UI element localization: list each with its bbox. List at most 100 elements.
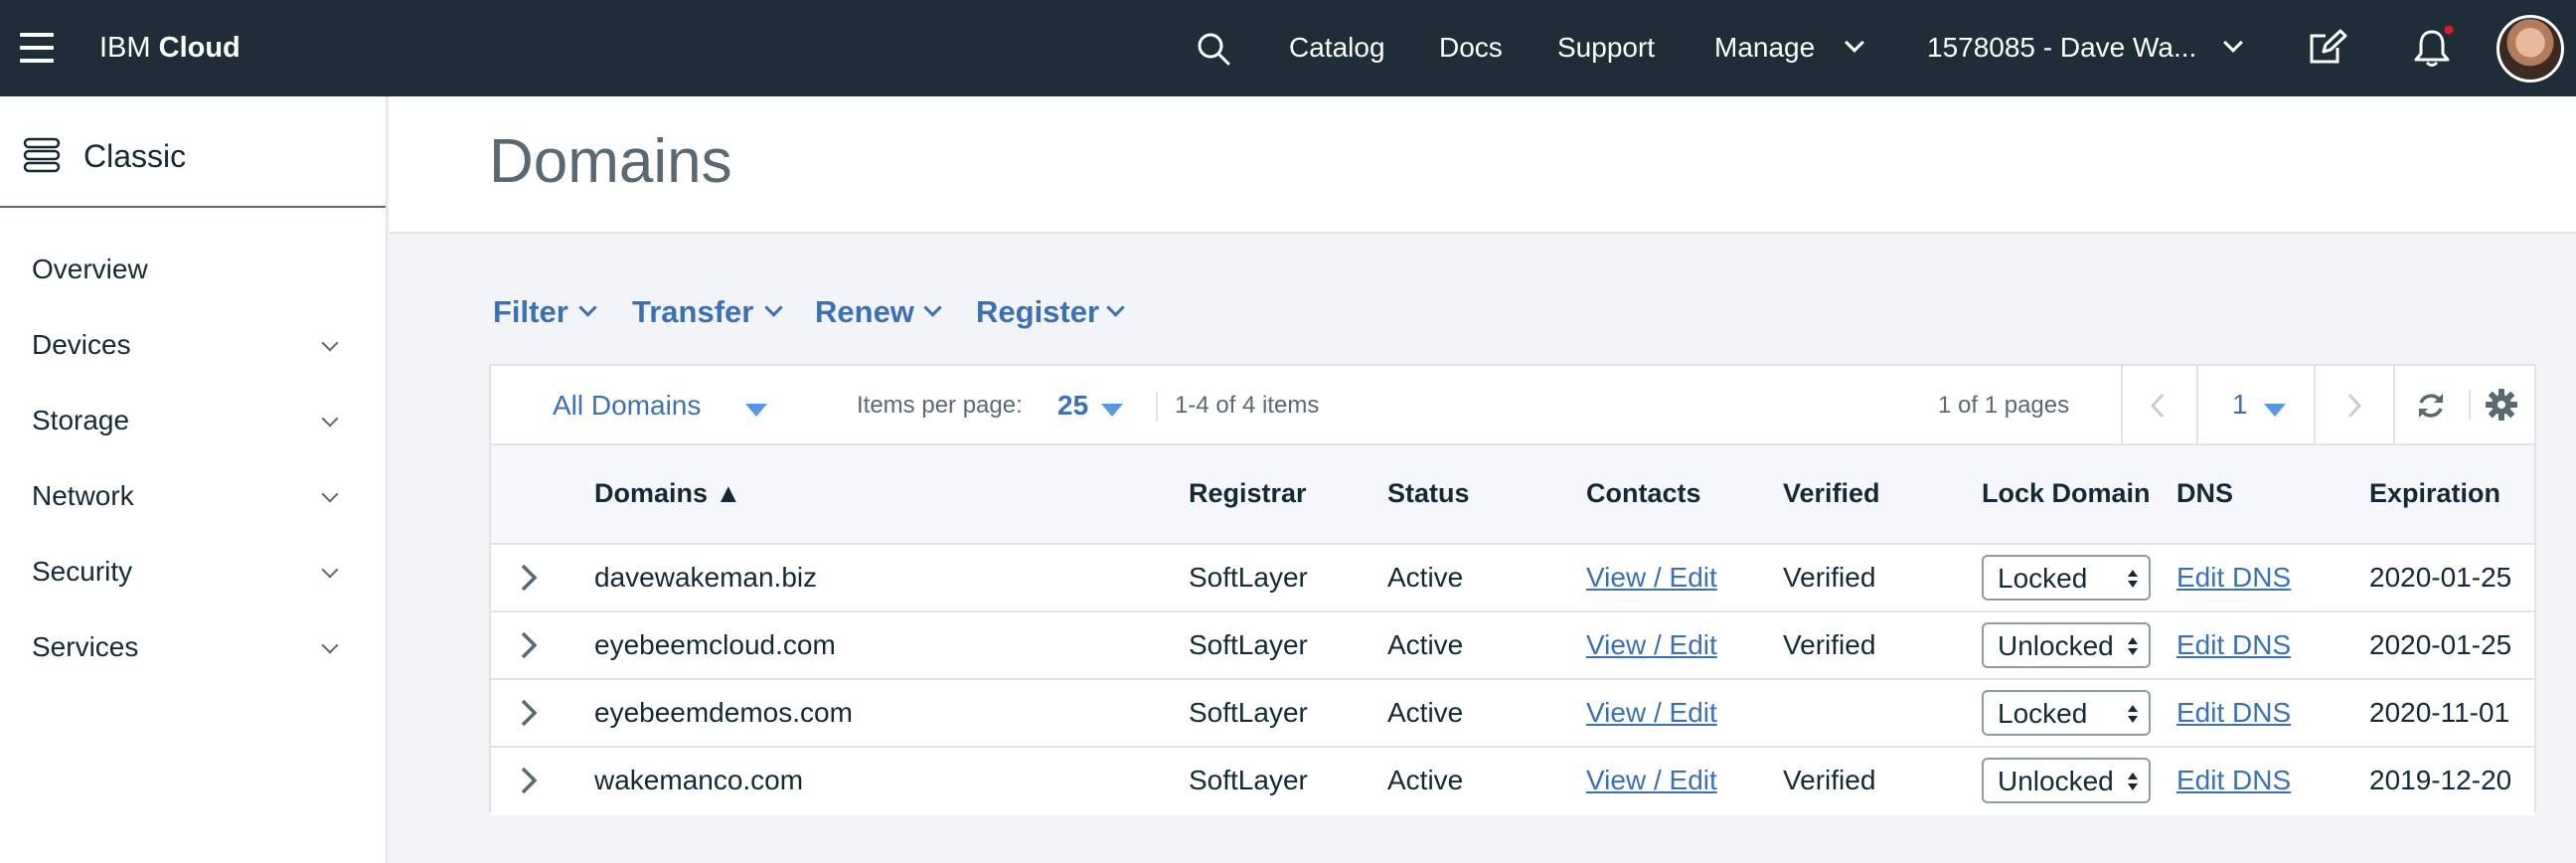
column-header-verified[interactable]: Verified [1783,478,1880,509]
edit-dns-link[interactable]: Edit DNS [2176,629,2291,661]
column-header-domains[interactable]: Domains ▲ [594,478,741,509]
network-chevron-down-icon[interactable] [321,485,339,503]
status: Active [1387,629,1464,660]
registrar: SoftLayer [1189,697,1308,728]
table-row: eyebeemdemos.com SoftLayer Active View /… [491,680,2534,748]
contacts-link[interactable]: View / Edit [1586,765,1717,796]
chevron-right-icon[interactable] [2345,392,2363,420]
chevron-right-icon[interactable] [519,766,539,795]
verified: Verified [1783,765,1876,795]
sidebar-item-security[interactable]: Security [32,556,132,588]
status: Active [1387,697,1464,728]
sidebar-item-overview[interactable]: Overview [32,254,148,285]
refresh-icon[interactable] [2415,390,2447,422]
register-chevron-down-icon[interactable] [1106,298,1125,317]
search-icon[interactable] [1195,30,1232,68]
edit-dns-link[interactable]: Edit DNS [2176,562,2291,594]
column-header-lock-domain[interactable]: Lock Domain [1982,478,2151,509]
services-chevron-down-icon[interactable] [321,636,339,654]
items-per-page-caret-icon[interactable] [1101,404,1123,417]
account-switcher[interactable]: 1578085 - Dave Wa... [1927,32,2196,64]
pager-divider [2314,366,2316,443]
chevron-right-icon[interactable] [519,630,539,660]
chevron-left-icon[interactable] [2149,392,2167,420]
edit-dns-link[interactable]: Edit DNS [2176,697,2291,729]
renew-menu[interactable]: Renew [815,294,914,330]
filter-menu[interactable]: Filter [493,294,568,330]
grid-toolbar: All Domains Items per page: 25 1-4 of 4 … [491,366,2534,445]
select-arrows-icon [2128,773,2138,790]
hamburger-menu-icon[interactable] [20,33,54,63]
contacts-link[interactable]: View / Edit [1586,562,1717,594]
nav-support[interactable]: Support [1557,32,1655,64]
nav-docs[interactable]: Docs [1439,32,1503,64]
nav-catalog[interactable]: Catalog [1289,32,1385,64]
select-arrows-icon [2128,637,2138,655]
page-title: Domains [489,127,732,196]
sidebar-item-storage[interactable]: Storage [32,405,129,436]
sidebar-title: Classic [83,138,187,174]
table-row: davewakeman.biz SoftLayer Active View / … [491,545,2534,612]
register-menu[interactable]: Register [976,294,1099,330]
select-arrows-icon [2128,570,2138,588]
storage-chevron-down-icon[interactable] [321,410,339,428]
expiration: 2019-12-20 [2369,765,2512,795]
filter-chevron-down-icon[interactable] [578,298,597,317]
edit-icon[interactable] [2308,28,2347,68]
table-header: Domains ▲ Registrar Status Contacts Veri… [491,445,2534,545]
status: Active [1387,562,1464,593]
lock-domain-select[interactable]: Locked [1982,555,2151,601]
column-header-contacts[interactable]: Contacts [1586,478,1701,509]
bell-icon[interactable] [2410,26,2454,70]
chevron-right-icon[interactable] [519,563,539,593]
avatar[interactable] [2496,15,2564,83]
pager-divider [2121,366,2123,443]
brand-logo[interactable]: IBM Cloud [99,32,241,65]
items-per-page-label: Items per page: [857,392,1023,419]
column-header-expiration[interactable]: Expiration [2369,478,2500,509]
security-chevron-down-icon[interactable] [321,561,339,579]
devices-chevron-down-icon[interactable] [321,334,339,352]
registrar: SoftLayer [1189,629,1308,660]
verified: Verified [1783,562,1876,593]
lock-domain-select[interactable]: Unlocked [1982,758,2151,803]
edit-dns-link[interactable]: Edit DNS [2176,765,2291,796]
account-chevron-down-icon[interactable] [2223,33,2243,53]
column-header-status[interactable]: Status [1387,478,1470,509]
gear-icon[interactable] [2485,388,2518,422]
column-header-dns[interactable]: DNS [2176,478,2233,509]
page-count: 1 of 1 pages [1938,392,2070,419]
domain-name: wakemanco.com [594,765,804,795]
sidebar-item-devices[interactable]: Devices [32,329,131,361]
items-per-page-select[interactable]: 25 [1057,390,1088,422]
domain-name: eyebeemdemos.com [594,697,853,728]
renew-chevron-down-icon[interactable] [923,298,942,317]
pager-divider [2196,366,2198,443]
transfer-menu[interactable]: Transfer [632,294,753,330]
page-select[interactable]: 1 [2232,389,2248,421]
contacts-link[interactable]: View / Edit [1586,629,1717,661]
lock-domain-select[interactable]: Locked [1982,690,2151,736]
contacts-link[interactable]: View / Edit [1586,697,1717,729]
status: Active [1387,765,1464,795]
notification-dot [2444,26,2454,35]
registrar: SoftLayer [1189,562,1308,593]
nav-manage[interactable]: Manage [1714,32,1815,64]
domain-name: eyebeemcloud.com [594,629,836,660]
scope-caret-icon[interactable] [745,404,767,417]
lock-domain-select[interactable]: Unlocked [1982,622,2151,668]
item-range: 1-4 of 4 items [1175,392,1320,419]
chevron-right-icon[interactable] [519,698,539,728]
transfer-chevron-down-icon[interactable] [764,298,783,317]
sidebar-item-network[interactable]: Network [32,480,134,512]
manage-chevron-down-icon[interactable] [1845,33,1864,53]
registrar: SoftLayer [1189,765,1308,795]
sidebar-item-services[interactable]: Services [32,631,138,663]
domain-scope-select[interactable]: All Domains [553,390,701,422]
sidebar-header: Classic [0,96,386,208]
expiration: 2020-01-25 [2369,629,2512,660]
column-header-registrar[interactable]: Registrar [1189,478,1307,509]
expiration: 2020-11-01 [2369,697,2510,728]
page-caret-icon[interactable] [2264,404,2286,417]
stack-icon [23,137,61,173]
